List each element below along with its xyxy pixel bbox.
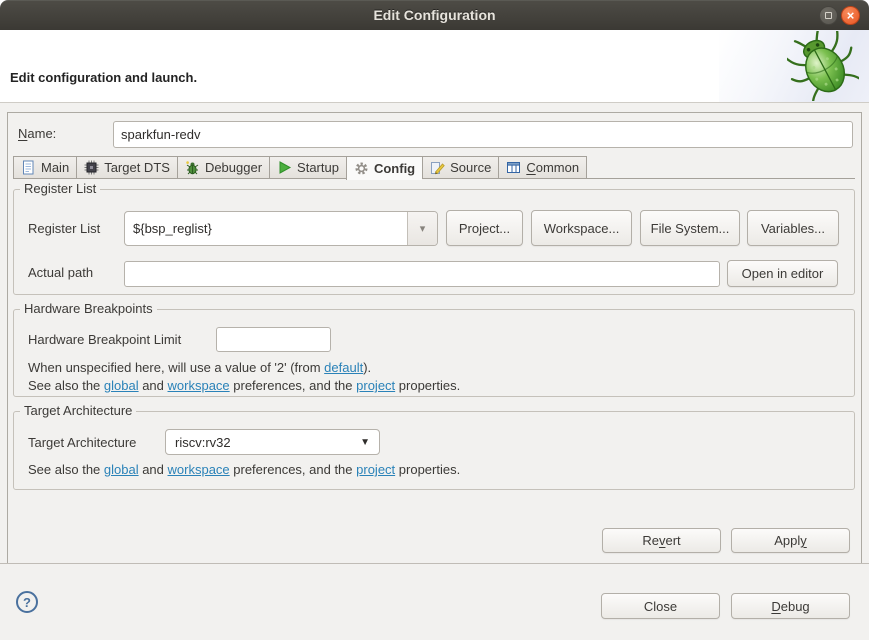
variables-button[interactable]: Variables...	[747, 210, 839, 246]
edit-configuration-dialog: Edit Configuration × Edit configuration …	[0, 0, 869, 640]
header-banner: Edit configuration and launch.	[0, 30, 869, 103]
project-properties-link[interactable]: project	[356, 378, 395, 393]
target-architecture-group-title: Target Architecture	[20, 404, 136, 418]
tab-bar: Main Target DTS	[13, 156, 855, 179]
hw-breakpoint-limit-input[interactable]	[216, 327, 331, 352]
debug-bug-logo-icon	[787, 31, 859, 104]
hw-breakpoint-note: When unspecified here, will use a value …	[28, 360, 371, 375]
target-architecture-label: Target Architecture	[28, 435, 136, 450]
revert-button[interactable]: Revert	[602, 528, 721, 553]
banner-message: Edit configuration and launch.	[10, 70, 197, 85]
ta-see-also-note: See also the global and workspace prefer…	[28, 462, 460, 477]
tab-target-dts-label: Target DTS	[104, 160, 170, 175]
register-list-group-title: Register List	[20, 182, 100, 196]
global-preferences-link[interactable]: global	[104, 462, 139, 477]
target-architecture-group	[13, 411, 855, 490]
close-window-button[interactable]: ×	[841, 6, 860, 25]
tab-startup[interactable]: Startup	[269, 156, 346, 179]
dropdown-arrow-icon: ▼	[360, 437, 370, 448]
maximize-icon	[825, 12, 832, 19]
default-link[interactable]: default	[324, 360, 363, 375]
name-input[interactable]	[113, 121, 853, 148]
hardware-breakpoints-group-title: Hardware Breakpoints	[20, 302, 157, 316]
actual-path-label: Actual path	[28, 265, 93, 280]
titlebar[interactable]: Edit Configuration ×	[0, 0, 869, 30]
close-icon: ×	[847, 9, 855, 22]
tab-config[interactable]: Config	[346, 156, 422, 180]
target-architecture-dropdown[interactable]: riscv:rv32 ▼	[165, 429, 380, 455]
tab-debugger[interactable]: Debugger	[177, 156, 269, 179]
tab-main[interactable]: Main	[13, 156, 76, 179]
tab-main-label: Main	[41, 160, 69, 175]
play-icon	[277, 160, 292, 175]
workspace-preferences-link[interactable]: workspace	[168, 462, 230, 477]
project-button[interactable]: Project...	[446, 210, 523, 246]
tab-source-label: Source	[450, 160, 491, 175]
open-in-editor-button[interactable]: Open in editor	[727, 260, 838, 287]
tab-debugger-label: Debugger	[205, 160, 262, 175]
tab-common-label: Common	[526, 160, 579, 175]
tab-source[interactable]: Source	[422, 156, 498, 179]
register-list-combo-input[interactable]	[125, 212, 407, 245]
chip-icon	[84, 160, 99, 175]
debug-button[interactable]: Debug	[731, 593, 850, 619]
hw-see-also-note: See also the global and workspace prefer…	[28, 378, 460, 393]
help-button[interactable]: ?	[16, 591, 38, 613]
chevron-down-icon: ▾	[420, 222, 426, 235]
register-list-field-label: Register List	[28, 221, 100, 236]
bug-icon	[185, 160, 200, 175]
tab-config-label: Config	[374, 161, 415, 176]
register-list-combo-dropdown-button[interactable]: ▾	[407, 212, 437, 245]
workspace-preferences-link[interactable]: workspace	[168, 378, 230, 393]
name-label: Name:	[18, 126, 56, 141]
global-preferences-link[interactable]: global	[104, 378, 139, 393]
apply-button[interactable]: Apply	[731, 528, 850, 553]
actual-path-input[interactable]	[124, 261, 720, 287]
file-system-button[interactable]: File System...	[640, 210, 740, 246]
register-list-combo: ▾	[124, 211, 438, 246]
tab-target-dts[interactable]: Target DTS	[76, 156, 177, 179]
gear-icon	[354, 161, 369, 176]
document-icon	[21, 160, 36, 175]
workspace-button[interactable]: Workspace...	[531, 210, 632, 246]
project-properties-link[interactable]: project	[356, 462, 395, 477]
button-bar-separator	[0, 563, 869, 564]
table-icon	[506, 160, 521, 175]
window-title: Edit Configuration	[373, 7, 495, 23]
tab-common[interactable]: Common	[498, 156, 587, 179]
source-icon	[430, 160, 445, 175]
close-button[interactable]: Close	[601, 593, 720, 619]
help-icon: ?	[23, 595, 31, 610]
maximize-button[interactable]	[819, 6, 838, 25]
tab-startup-label: Startup	[297, 160, 339, 175]
hw-breakpoint-limit-label: Hardware Breakpoint Limit	[28, 332, 181, 347]
